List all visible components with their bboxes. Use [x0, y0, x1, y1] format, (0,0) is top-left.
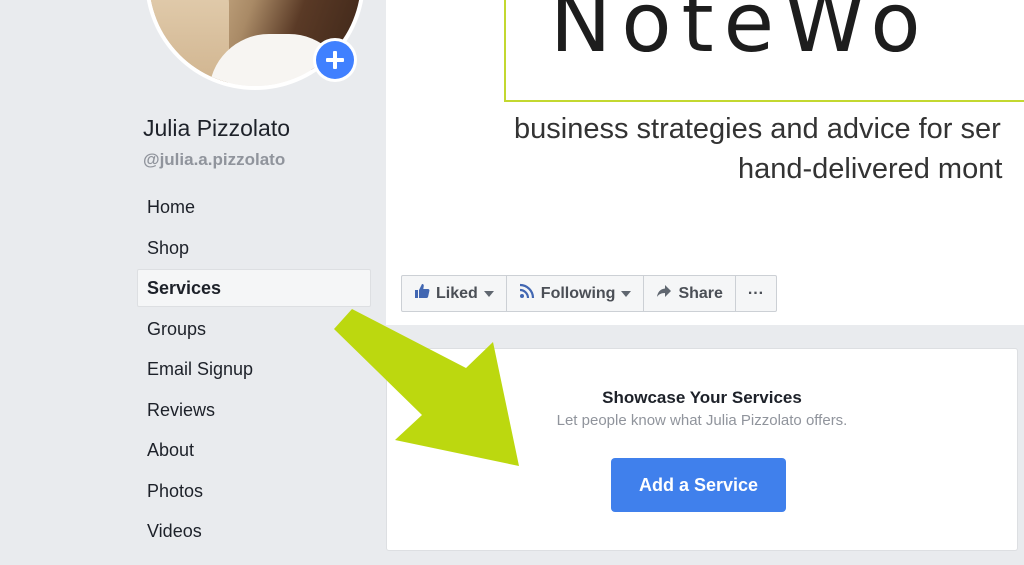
cover-tagline-line2: hand-delivered mont	[738, 153, 1003, 185]
more-options-button[interactable]: ···	[736, 276, 776, 311]
rss-icon	[519, 283, 535, 304]
cover-tagline-line1: business strategies and advice for ser	[514, 113, 1001, 145]
liked-button[interactable]: Liked	[402, 276, 507, 311]
share-button[interactable]: Share	[644, 276, 736, 311]
nav-item-groups[interactable]: Groups	[137, 310, 371, 348]
page-nav: Home Shop Services Groups Email Signup R…	[137, 188, 371, 553]
ellipsis-icon: ···	[747, 284, 764, 302]
services-card-subtitle: Let people know what Julia Pizzolato off…	[556, 412, 848, 429]
chevron-down-icon	[483, 290, 494, 297]
share-arrow-icon	[656, 283, 672, 304]
page-handle[interactable]: @julia.a.pizzolato	[143, 150, 285, 170]
chevron-down-icon	[621, 290, 632, 297]
nav-item-home[interactable]: Home	[137, 188, 371, 226]
nav-item-services[interactable]: Services	[137, 269, 371, 307]
nav-item-reviews[interactable]: Reviews	[137, 391, 371, 429]
services-card-title: Showcase Your Services	[602, 388, 802, 407]
plus-icon	[326, 51, 344, 69]
add-service-button[interactable]: Add a Service	[611, 458, 786, 512]
cover-logo-text: NoteWo	[550, 0, 931, 71]
services-card	[386, 348, 1018, 551]
page-action-bar: Liked Following Share ···	[401, 275, 777, 312]
nav-item-about[interactable]: About	[137, 431, 371, 469]
nav-item-shop[interactable]: Shop	[137, 229, 371, 267]
share-label: Share	[678, 284, 723, 302]
nav-item-videos[interactable]: Videos	[137, 512, 371, 550]
add-profile-photo-button[interactable]	[313, 38, 357, 82]
nav-item-email-signup[interactable]: Email Signup	[137, 350, 371, 388]
following-label: Following	[540, 284, 616, 302]
liked-label: Liked	[436, 284, 478, 302]
following-button[interactable]: Following	[507, 276, 645, 311]
nav-item-photos[interactable]: Photos	[137, 472, 371, 510]
thumbs-up-icon	[414, 283, 430, 304]
page-name[interactable]: Julia Pizzolato	[143, 115, 290, 142]
